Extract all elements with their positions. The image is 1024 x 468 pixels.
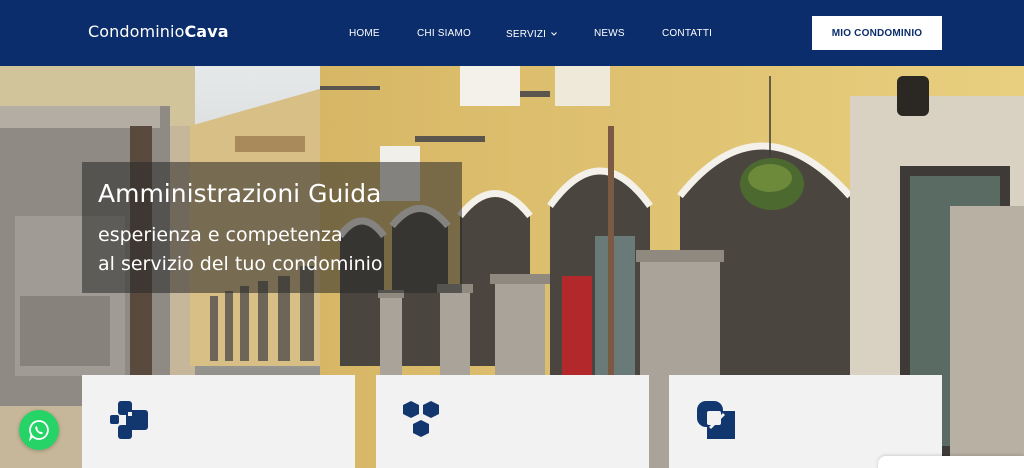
service-card-2[interactable] <box>376 375 649 468</box>
squares-overlap-icon <box>697 401 735 439</box>
hero-subtitle-line-2: al servizio del tuo condominio <box>98 253 383 275</box>
nav-contatti[interactable]: CONTATTI <box>662 28 712 39</box>
nav-servizi-label: SERVIZI <box>506 29 547 40</box>
blocks-icon <box>110 401 148 439</box>
whatsapp-chat-button[interactable] <box>19 410 59 450</box>
logo-regular: Condominio <box>88 22 185 41</box>
logo-bold: Cava <box>184 22 229 41</box>
hero-subtitle: esperienza e competenza al servizio del … <box>98 221 383 279</box>
service-card-1[interactable] <box>82 375 355 468</box>
hero-subtitle-line-1: esperienza e competenza <box>98 224 343 246</box>
whatsapp-icon <box>28 420 49 441</box>
nav-home[interactable]: HOME <box>349 28 380 39</box>
hexagons-icon <box>403 401 439 437</box>
chevron-down-icon <box>551 28 557 39</box>
nav-chi-siamo[interactable]: CHI SIAMO <box>417 28 471 39</box>
nav-news[interactable]: NEWS <box>594 28 625 39</box>
mio-condominio-button[interactable]: MIO CONDOMINIO <box>812 16 942 50</box>
site-logo[interactable]: CondominioCava <box>88 22 229 41</box>
corner-widget[interactable] <box>878 456 1024 468</box>
service-card-3[interactable] <box>669 375 942 468</box>
site-header: CondominioCava HOME CHI SIAMO SERVIZI NE… <box>0 0 1024 66</box>
nav-servizi[interactable]: SERVIZI <box>506 28 557 40</box>
hero-title: Amministrazioni Guida <box>98 179 382 208</box>
